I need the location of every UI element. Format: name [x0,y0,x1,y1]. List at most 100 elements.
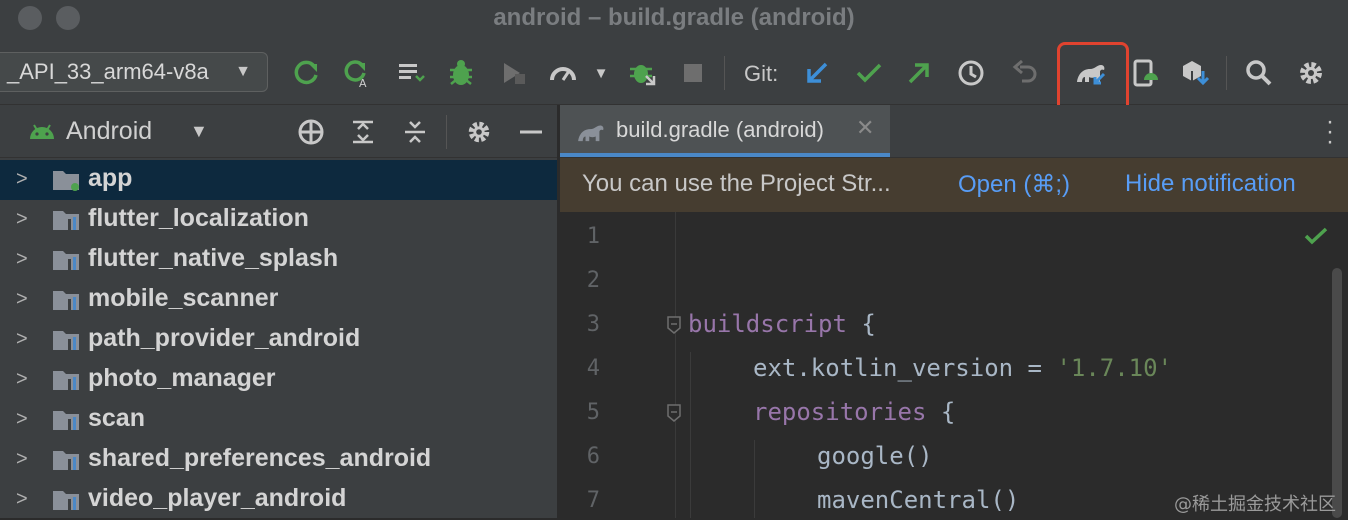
fold-marker-icon[interactable] [666,316,682,334]
module-folder-icon [53,171,79,191]
close-icon[interactable]: ✕ [856,115,874,141]
code-token: { [926,398,956,426]
chevron-right-icon[interactable]: > [16,448,28,471]
more-vertical-icon[interactable]: · · · [1326,110,1334,154]
device-selector[interactable]: _API_33_arm64-v8a ▼ [0,52,268,92]
code-editor[interactable]: 1 2 3 4 5 6 7 buildscript { ext.kotlin_v… [560,212,1348,518]
tree-item-flutter-native-splash[interactable]: > flutter_native_splash [0,240,557,280]
editor-scrollbar[interactable] [1332,268,1342,518]
library-folder-icon [53,491,79,510]
chevron-down-icon: ▼ [235,63,251,80]
fold-marker-icon[interactable] [666,404,682,422]
chevron-right-icon[interactable]: > [16,248,28,271]
tree-item-shared-preferences-android[interactable]: > shared_preferences_android [0,440,557,480]
gradle-elephant-icon [578,125,604,142]
line-number: 2 [586,268,600,293]
tree-item-video-player-android[interactable]: > video_player_android [0,480,557,520]
editor-tab-bar: build.gradle (android) ✕ · · · [560,105,1348,158]
settings-icon[interactable] [1294,56,1328,90]
gear-icon[interactable] [464,117,494,147]
run-coverage-icon[interactable] [546,56,580,90]
svg-text:A: A [359,77,367,88]
library-folder-icon [53,251,79,270]
locate-icon[interactable] [296,117,326,147]
chevron-down-icon[interactable]: ▼ [190,121,208,142]
minimize-panel-icon[interactable] [516,117,546,147]
profiler-icon[interactable] [496,56,530,90]
watermark: @稀土掘金技术社区 [1174,494,1336,515]
device-manager-icon[interactable] [1128,56,1162,90]
line-number: 4 [586,356,600,381]
hide-notification-link[interactable]: Hide notification [1125,170,1296,198]
chevron-right-icon[interactable]: > [16,328,28,351]
tree-item-label: shared_preferences_android [88,444,432,472]
sdk-manager-icon[interactable] [1178,56,1212,90]
notification-text: You can use the Project Str... [582,170,891,197]
project-view-selector[interactable]: Android [66,117,152,146]
open-project-structure-link[interactable]: Open (⌘;) [958,170,1070,199]
code-line-4: ext.kotlin_version = '1.7.10' [753,354,1172,382]
library-folder-icon [53,451,79,470]
main-toolbar: _API_33_arm64-v8a ▼ A ▼ Git: [0,36,1348,105]
library-folder-icon [53,371,79,390]
tree-item-photo-manager[interactable]: > photo_manager [0,360,557,400]
code-token: ext.kotlin_version = [753,354,1057,382]
code-line-5: repositories { [753,398,955,426]
tree-item-label: flutter_native_splash [88,244,339,272]
line-number: 1 [586,224,600,249]
tab-build-gradle[interactable]: build.gradle (android) ✕ [560,105,890,157]
chevron-right-icon[interactable]: > [16,488,28,511]
device-selector-label: _API_33_arm64-v8a [7,59,209,84]
indent-guide [690,352,691,518]
code-line-3: buildscript { [688,310,876,338]
gutter-divider [675,212,676,518]
git-commit-icon[interactable] [852,56,886,90]
chevron-right-icon[interactable]: > [16,368,28,391]
tree-item-label: scan [88,404,145,432]
code-token: { [846,310,876,338]
logcat-icon[interactable] [394,56,428,90]
tree-item-label: path_provider_android [88,324,361,352]
window-title: android – build.gradle (android) [493,4,855,31]
tree-item-path-provider-android[interactable]: > path_provider_android [0,320,557,360]
library-folder-icon [53,291,79,310]
chevron-right-icon[interactable]: > [16,288,28,311]
title-bar: android – build.gradle (android) [0,0,1348,36]
tree-item-flutter-localization[interactable]: > flutter_localization [0,200,557,240]
line-number: 3 [586,312,600,337]
history-icon[interactable] [954,56,988,90]
keyword-token: repositories [753,398,927,426]
panel-separator [446,115,447,149]
library-folder-icon [53,411,79,430]
tree-item-scan[interactable]: > scan [0,400,557,440]
code-line-6: google() [817,442,933,470]
tree-item-app[interactable]: > app [0,160,557,200]
git-label: Git: [744,61,779,86]
stop-icon[interactable] [676,56,710,90]
chevron-right-icon[interactable]: > [16,168,28,191]
more-icon[interactable]: ▼ [584,56,618,90]
collapse-all-icon[interactable] [400,117,430,147]
rollback-icon[interactable] [1008,56,1042,90]
expand-all-icon[interactable] [348,117,378,147]
tree-item-label: flutter_localization [88,204,309,232]
toolbar-separator [724,56,725,90]
tree-item-mobile-scanner[interactable]: > mobile_scanner [0,280,557,320]
line-number: 5 [586,400,600,425]
tree-item-label: video_player_android [88,484,347,512]
project-tree: > app > flutter_localization > flutter_n… [0,158,557,518]
chevron-right-icon[interactable]: > [16,408,28,431]
refresh-icon[interactable] [290,56,324,90]
project-panel-header: Android ▼ [0,105,557,158]
apply-code-changes-icon[interactable]: A [340,56,374,90]
search-icon[interactable] [1242,56,1276,90]
library-folder-icon [53,331,79,350]
chevron-right-icon[interactable]: > [16,208,28,231]
notification-banner: You can use the Project Str... Open (⌘;)… [560,158,1348,212]
line-number: 6 [586,444,600,469]
git-push-icon[interactable] [902,56,936,90]
git-update-icon[interactable] [800,56,834,90]
debug-icon[interactable] [444,56,478,90]
attach-debugger-icon[interactable] [626,56,660,90]
tree-item-label: mobile_scanner [88,284,279,312]
